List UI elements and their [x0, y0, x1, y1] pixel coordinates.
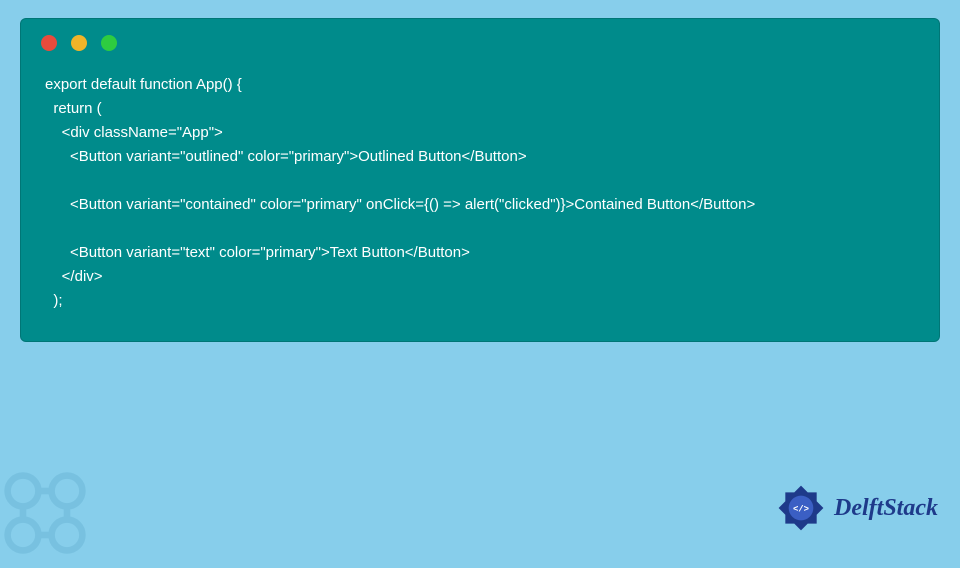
background-watermark-icon [0, 458, 100, 568]
svg-text:</>: </> [793, 504, 809, 514]
brand-logo-icon: </> [773, 480, 829, 536]
code-line: <div className="App"> [45, 124, 223, 141]
close-dot [41, 35, 57, 51]
code-line: return ( [45, 100, 102, 117]
brand: </> DelftStack [773, 480, 938, 536]
code-line: ); [45, 292, 63, 309]
code-line: <Button variant="text" color="primary">T… [45, 244, 470, 261]
code-line: <Button variant="contained" color="prima… [45, 196, 755, 213]
code-line: <Button variant="outlined" color="primar… [45, 148, 527, 165]
minimize-dot [71, 35, 87, 51]
code-block: export default function App() { return (… [21, 61, 939, 313]
maximize-dot [101, 35, 117, 51]
code-line: export default function App() { [45, 76, 242, 93]
code-line: </div> [45, 268, 103, 285]
brand-name: DelftStack [834, 495, 938, 522]
window-controls [21, 19, 939, 61]
code-window: export default function App() { return (… [20, 18, 940, 342]
